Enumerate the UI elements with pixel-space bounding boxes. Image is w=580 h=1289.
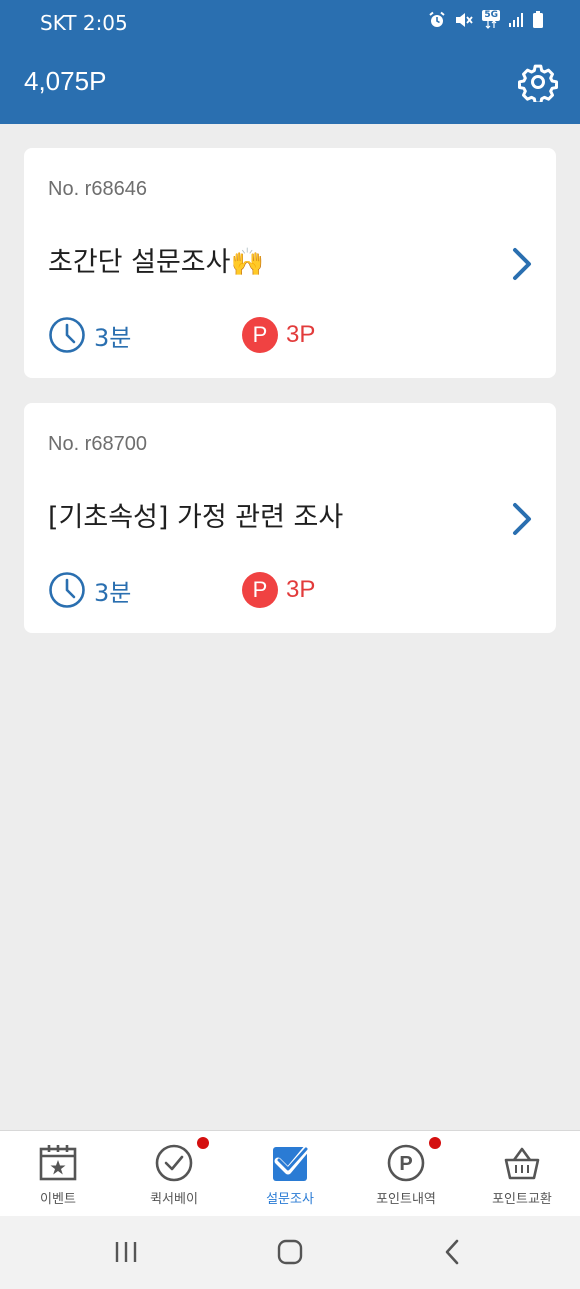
survey-card[interactable]: No. r68646 초간단 설문조사🙌 3분 P 3P xyxy=(24,148,556,378)
nav-item-point-exchange[interactable]: 포인트교환 xyxy=(464,1131,580,1216)
battery-icon xyxy=(533,10,543,28)
nav-label: 포인트교환 xyxy=(492,1192,552,1207)
survey-title: [기초속성] 가정 관련 조사 xyxy=(48,502,344,533)
recent-apps-icon[interactable] xyxy=(112,1236,140,1268)
survey-number: No. r68700 xyxy=(48,433,147,455)
survey-reward: P 3P xyxy=(242,316,315,354)
signal-icon xyxy=(509,12,523,27)
nav-label: 포인트내역 xyxy=(376,1192,436,1207)
checkbox-icon xyxy=(273,1143,310,1181)
notification-dot xyxy=(197,1137,209,1149)
point-letter: P xyxy=(399,1153,412,1175)
survey-title: 초간단 설문조사🙌 xyxy=(48,247,265,278)
alarm-icon xyxy=(429,11,445,27)
survey-number: No. r68646 xyxy=(48,178,147,200)
nav-item-point-history[interactable]: P 포인트내역 xyxy=(348,1131,464,1216)
nav-item-survey[interactable]: 설문조사 xyxy=(232,1131,348,1216)
clock-icon xyxy=(49,317,85,353)
status-icons: 5G xyxy=(428,10,544,29)
chevron-right-icon[interactable] xyxy=(508,244,536,284)
total-points: 4,075P xyxy=(24,66,107,96)
check-circle-icon xyxy=(155,1144,193,1182)
calendar-star-icon xyxy=(39,1145,77,1181)
nav-label: 이벤트 xyxy=(40,1192,76,1207)
reward-text: 3P xyxy=(286,576,316,603)
chevron-right-icon[interactable] xyxy=(508,499,536,539)
notification-dot xyxy=(429,1137,441,1149)
nav-label: 퀵서베이 xyxy=(150,1192,198,1207)
status-left: SKT 2:05 xyxy=(40,11,128,35)
basket-icon xyxy=(504,1147,540,1180)
point-badge-icon: P xyxy=(242,572,278,608)
survey-reward: P 3P xyxy=(242,571,315,609)
duration-text: 3분 xyxy=(94,323,132,352)
point-badge-icon: P xyxy=(242,317,278,353)
gear-icon xyxy=(518,64,558,105)
survey-card[interactable]: No. r68700 [기초속성] 가정 관련 조사 3분 P 3P xyxy=(24,403,556,633)
mute-icon xyxy=(456,12,474,27)
nav-label: 설문조사 xyxy=(266,1192,314,1207)
5g-icon: 5G xyxy=(482,10,500,29)
nav-item-event[interactable]: 이벤트 xyxy=(0,1131,116,1216)
point-circle-icon: P xyxy=(387,1144,425,1182)
status-bar: SKT 2:05 5G xyxy=(0,0,580,40)
back-icon[interactable] xyxy=(440,1236,464,1268)
nav-item-quick-survey[interactable]: 퀵서베이 xyxy=(116,1131,232,1216)
clock: 2:05 xyxy=(82,11,128,35)
app-bar: 4,075P xyxy=(0,40,580,124)
bottom-navigation: 이벤트 퀵서베이 설문조사 P 포인트내역 포인트교환 xyxy=(0,1130,580,1216)
reward-text: 3P xyxy=(286,321,316,348)
settings-button[interactable] xyxy=(518,62,558,105)
carrier-name: SKT xyxy=(40,11,77,35)
system-navigation xyxy=(0,1216,580,1289)
survey-duration: 3분 xyxy=(48,571,131,609)
survey-duration: 3분 xyxy=(48,316,131,354)
clock-icon xyxy=(49,572,85,608)
duration-text: 3분 xyxy=(94,578,132,607)
home-icon[interactable] xyxy=(274,1236,306,1268)
